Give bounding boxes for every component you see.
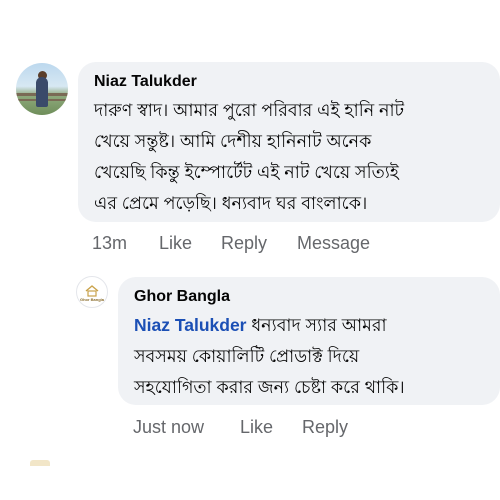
comment-line: এর প্রেমে পড়েছি। ধন্যবাদ ঘর বাংলাকে। <box>94 193 368 213</box>
reply-line: সবসময় কোয়ালিটি প্রোডাক্ট দিয়ে <box>134 346 360 366</box>
next-avatar-partial <box>30 460 50 466</box>
mention-link[interactable]: Niaz Talukder <box>134 315 247 335</box>
reply-button[interactable]: Reply <box>302 417 348 438</box>
commenter-avatar[interactable] <box>16 63 68 115</box>
comment-timestamp[interactable]: 13m <box>92 233 127 254</box>
comment-bubble: Niaz Talukder দারুণ স্বাদ। আমার পুরো পরি… <box>78 62 500 222</box>
like-button[interactable]: Like <box>159 233 192 254</box>
reply-button[interactable]: Reply <box>221 233 267 254</box>
comment-line: খেয়েছি কিন্তু ইম্পোর্টেট এই নাট খেয়ে স… <box>94 162 399 182</box>
reply-line: Niaz Talukder ধন্যবাদ স্যার আমরা <box>134 310 486 341</box>
like-button[interactable]: Like <box>240 417 273 438</box>
message-button[interactable]: Message <box>297 233 370 254</box>
house-logo-icon <box>85 284 99 297</box>
comment-line: দারুণ স্বাদ। আমার পুরো পরিবার এই হানি না… <box>94 100 405 120</box>
comment-text: দারুণ স্বাদ। আমার পুরো পরিবার এই হানি না… <box>94 95 486 219</box>
comment-line: খেয়ে সন্তুষ্ট। আমি দেশীয় হানিনাট অনেক <box>94 131 372 151</box>
comment-author[interactable]: Niaz Talukder <box>94 71 486 93</box>
page-avatar[interactable]: Ghor Bangla <box>76 276 108 308</box>
reply-line: সহযোগিতা করার জন্য চেষ্টা করে থাকি। <box>134 377 405 397</box>
brand-mark-text: Ghor Bangla <box>79 296 104 302</box>
reply-author[interactable]: Ghor Bangla <box>134 286 486 308</box>
reply-line-rest: ধন্যবাদ স্যার আমরা <box>246 315 387 335</box>
reply-bubble: Ghor Bangla Niaz Talukder ধন্যবাদ স্যার … <box>118 277 500 405</box>
reply-text: Niaz Talukder ধন্যবাদ স্যার আমরা সবসময় … <box>134 310 486 403</box>
reply-timestamp[interactable]: Just now <box>133 417 204 438</box>
